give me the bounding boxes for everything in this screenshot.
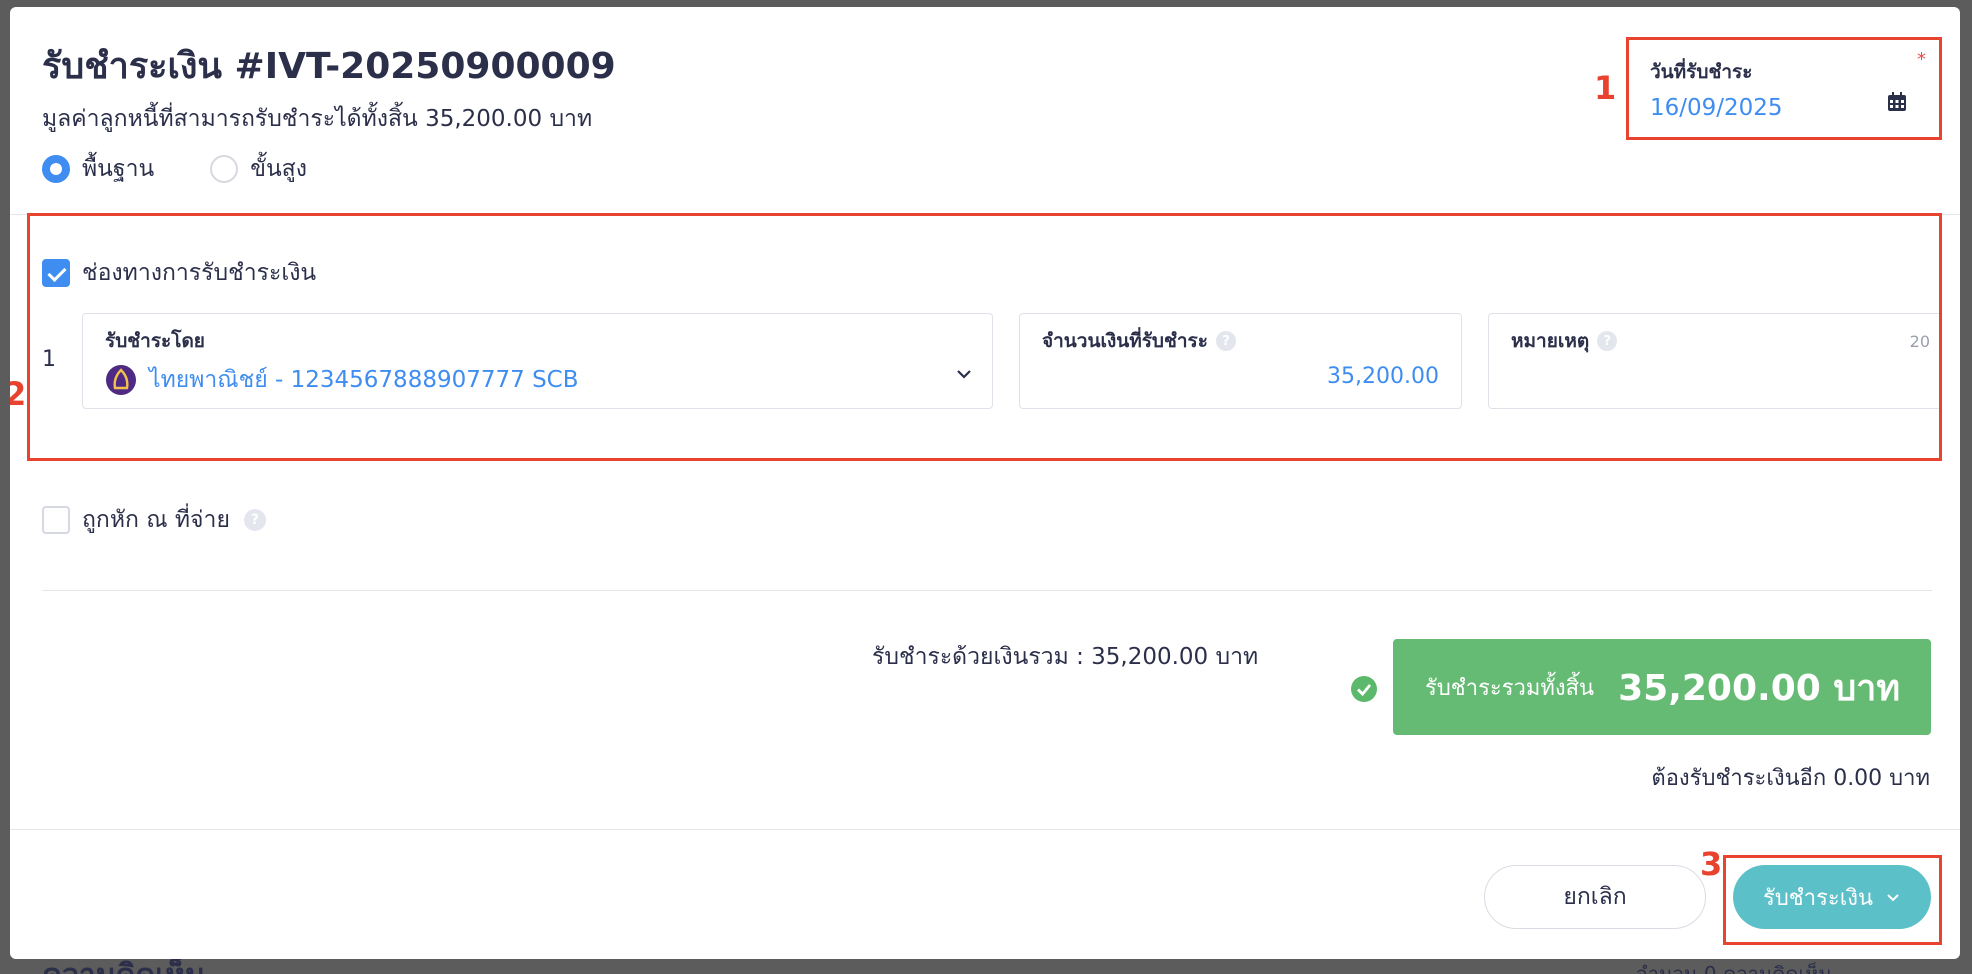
check-circle-icon [1351, 676, 1377, 702]
mode-basic-radio[interactable]: พื้นฐาน [42, 151, 154, 187]
annotation-box-submit [1723, 855, 1942, 945]
withholding-tax-label: ถูกหัก ณ ที่จ่าย [82, 507, 230, 533]
radio-empty-dot [210, 155, 239, 183]
grand-total-amount: 35,200.00 บาท [1618, 667, 1901, 709]
annotation-number-2: 2 [10, 375, 27, 413]
help-icon[interactable]: ? [243, 509, 266, 531]
annotation-box-payment-channel [27, 213, 1942, 461]
receive-payment-modal: รับชำระเงิน #IVT-20250900009 มูลค่าลูกหน… [10, 7, 1960, 959]
footer-divider [10, 829, 1960, 830]
mode-advanced-label: ขั้นสูง [250, 156, 307, 182]
cancel-button[interactable]: ยกเลิก [1484, 865, 1706, 929]
radio-selected-dot [42, 155, 70, 183]
mode-radio-group: พื้นฐาน ขั้นสูง [42, 151, 363, 187]
grand-total-box: รับชำระรวมทั้งสิ้น 35,200.00 บาท [1393, 639, 1931, 735]
mode-basic-label: พื้นฐาน [82, 156, 155, 182]
paid-total-line: รับชำระด้วยเงินรวม : 35,200.00 บาท [872, 644, 1259, 670]
annotation-box-date [1626, 37, 1942, 140]
section-divider [42, 590, 1932, 591]
grand-total-label: รับชำระรวมทั้งสิ้น [1425, 675, 1595, 701]
mode-advanced-radio[interactable]: ขั้นสูง [210, 151, 307, 187]
cancel-button-label: ยกเลิก [1563, 884, 1627, 910]
annotation-number-3: 3 [1700, 845, 1723, 883]
annotation-number-1: 1 [1594, 69, 1617, 107]
modal-title: รับชำระเงิน #IVT-20250900009 [42, 46, 616, 87]
remaining-amount-text: ต้องรับชำระเงินอีก 0.00 บาท [1651, 766, 1930, 791]
background-comment-count: จำนวน 0 ความคิดเห็น [1636, 962, 1833, 974]
receivable-amount-text: มูลค่าลูกหนี้ที่สามารถรับชำระได้ทั้งสิ้น… [42, 106, 593, 132]
withholding-tax-checkbox[interactable]: ถูกหัก ณ ที่จ่าย ? [42, 502, 266, 538]
checkbox-unchecked-icon [42, 506, 70, 534]
